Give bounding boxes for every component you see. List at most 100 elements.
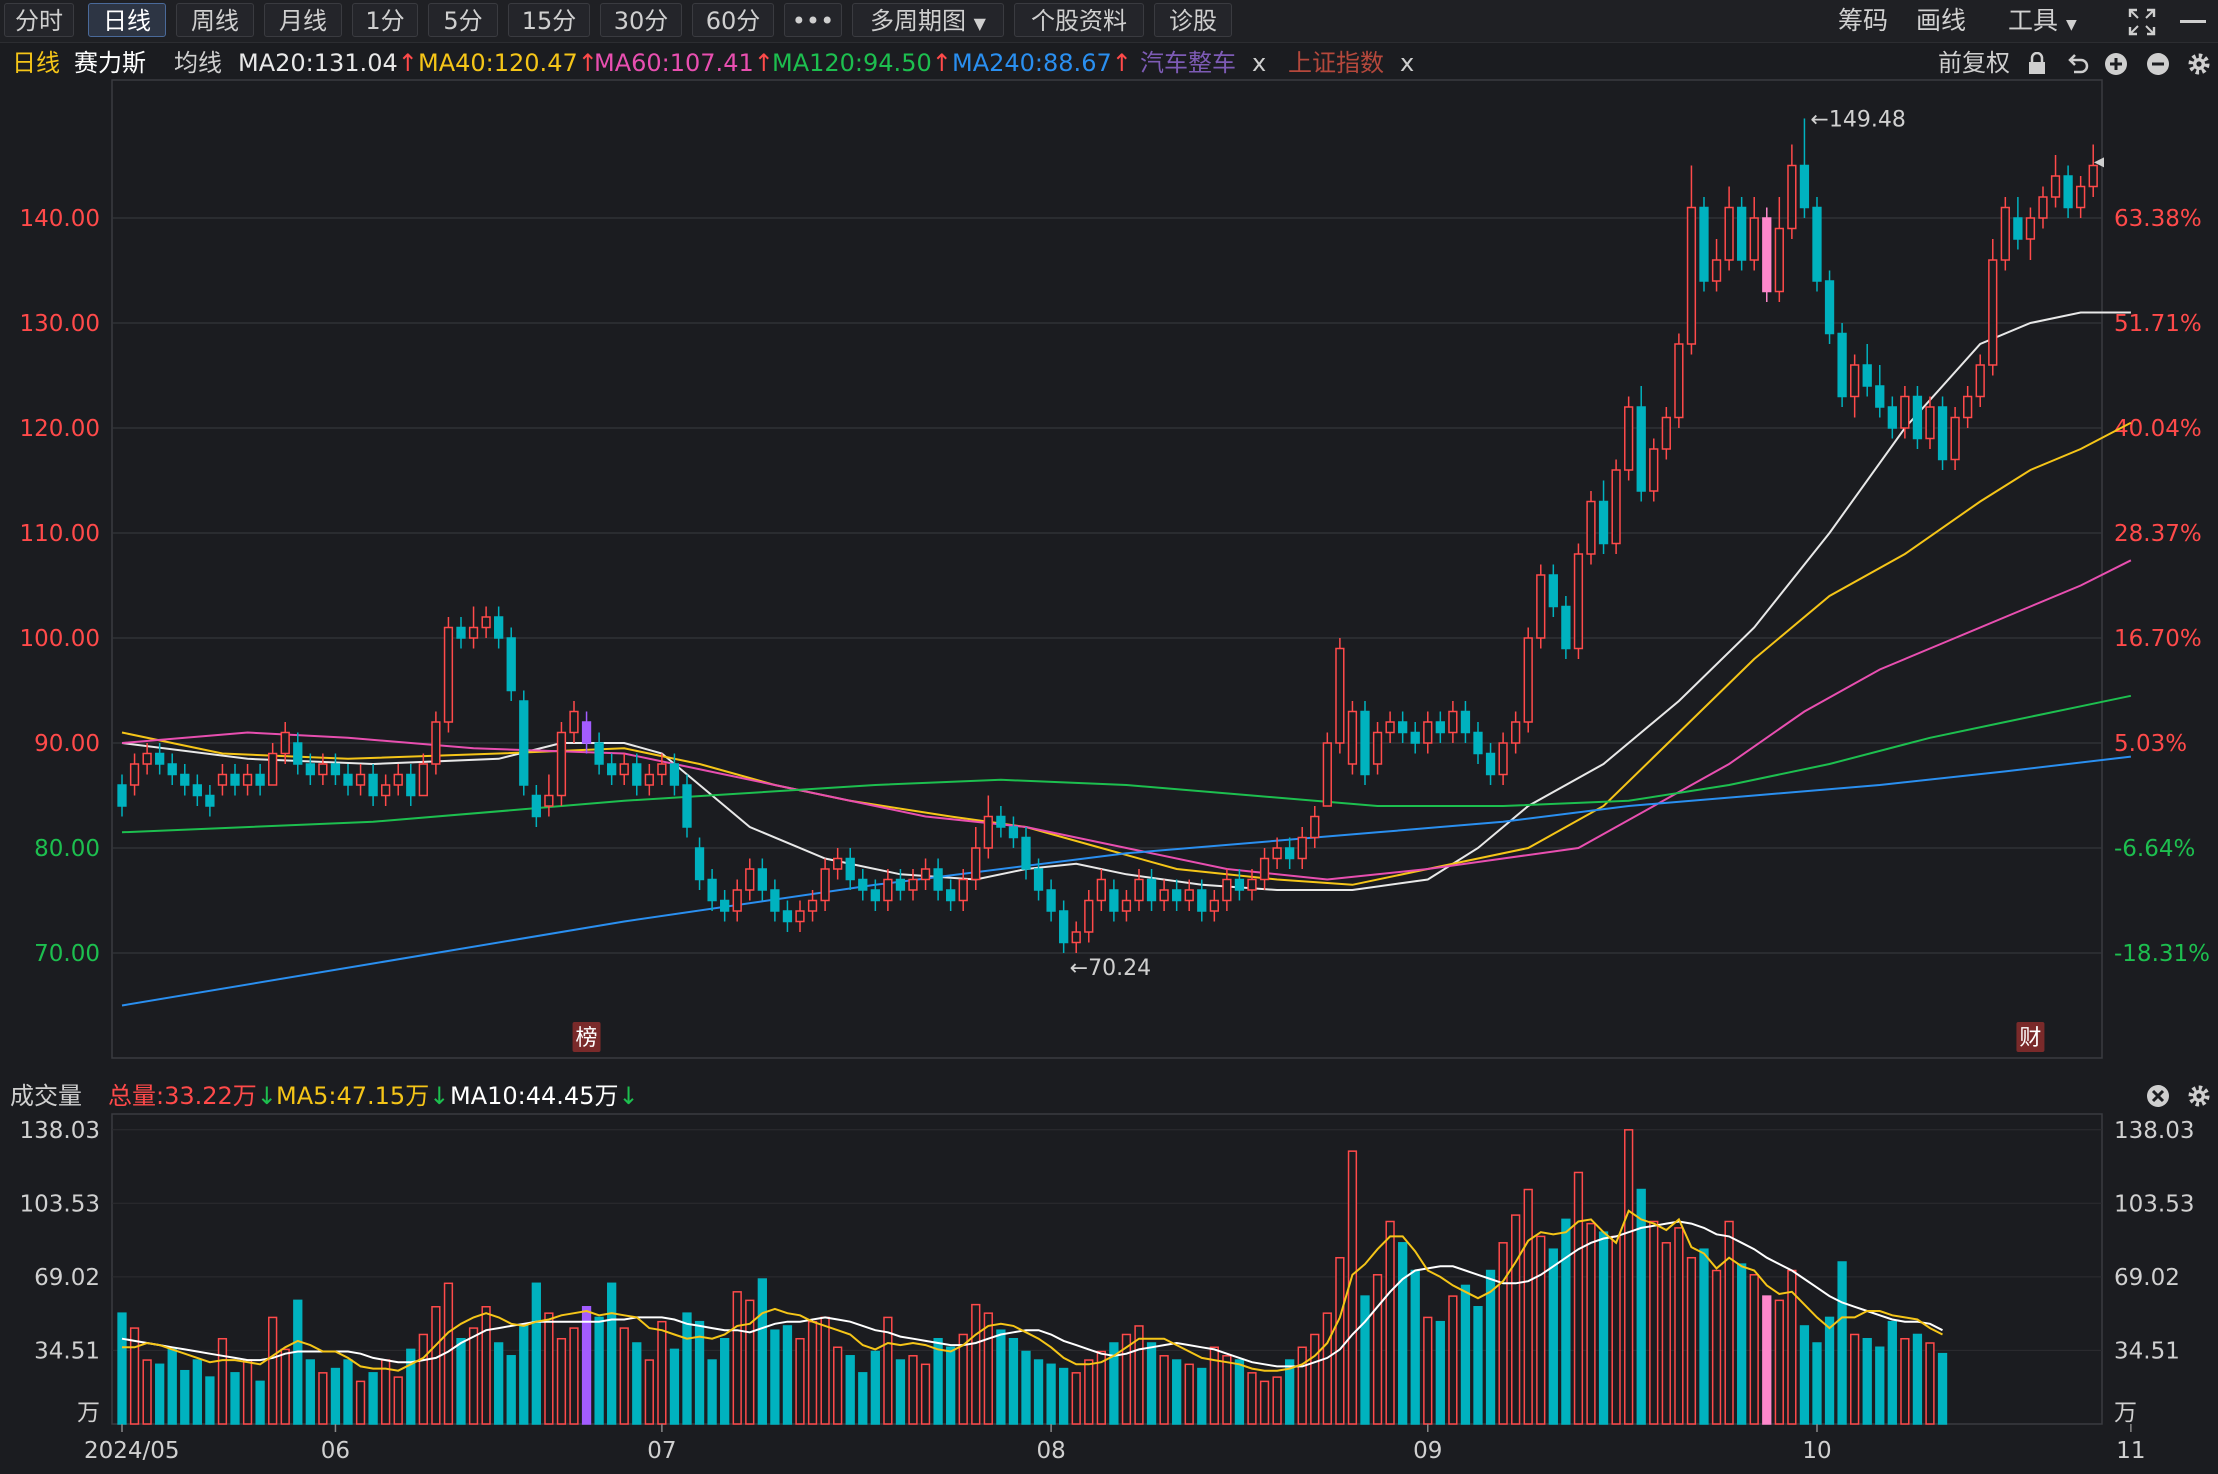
volume-bar [255, 1380, 265, 1425]
volume-unit-label-right: 万 [2114, 1400, 2137, 1426]
candle [556, 722, 567, 806]
volume-bar [1523, 1188, 1533, 1425]
candle-body [607, 763, 617, 776]
candle-body [1460, 710, 1471, 734]
candle-body [1335, 647, 1345, 744]
volume-bar [305, 1359, 315, 1425]
candle-body [757, 868, 767, 891]
candle [833, 848, 843, 880]
candle-body [1121, 899, 1132, 912]
candle-body [293, 742, 303, 765]
volume-bar [908, 1355, 918, 1425]
volume-bar [707, 1359, 717, 1425]
candle [1071, 921, 1081, 953]
volume-bar [519, 1325, 529, 1425]
candle-body [544, 794, 554, 807]
candle-body [581, 721, 592, 744]
candle-body [1096, 878, 1106, 902]
candle-body [2038, 196, 2048, 219]
candle [2063, 165, 2073, 218]
candle [1247, 869, 1257, 901]
candle [1008, 816, 1019, 848]
volume-bar [581, 1306, 592, 1425]
candle [1209, 890, 1219, 922]
candle [280, 722, 290, 764]
candle [117, 774, 127, 817]
candle-body [355, 773, 366, 786]
candle [1674, 333, 1684, 428]
volume-bar [1799, 1325, 1810, 1425]
ma60-line [121, 559, 2132, 881]
volume-bar [657, 1320, 667, 1425]
candle-body [958, 878, 968, 902]
candle [1310, 806, 1320, 848]
volume-bar [431, 1306, 441, 1425]
candle [1046, 879, 1056, 922]
candle [732, 879, 742, 922]
candle [431, 711, 441, 775]
candle [393, 764, 403, 796]
candle [1172, 879, 1182, 911]
volume-tick-label-right: 103.53 [2114, 1191, 2194, 1217]
volume-bar [1234, 1359, 1245, 1425]
candle [242, 764, 253, 796]
candle-body [1875, 385, 1885, 408]
candle-body [1234, 878, 1245, 891]
volume-bar [506, 1355, 516, 1425]
candle-body [782, 910, 793, 923]
candle-body [2063, 175, 2073, 209]
candle [858, 869, 868, 901]
candle-body [983, 815, 993, 849]
candle [1975, 354, 1985, 407]
volume-bar [1423, 1316, 1433, 1425]
candle [1347, 701, 1358, 775]
volume-bar [1184, 1363, 1194, 1425]
volume-bar [920, 1363, 931, 1425]
candle [1749, 197, 1759, 271]
volume-bar [1372, 1274, 1383, 1425]
candle-body [1762, 217, 1772, 293]
candle [707, 869, 717, 911]
candle [1624, 396, 1634, 481]
candle [607, 753, 617, 785]
volume-bar [1435, 1320, 1445, 1425]
candle [581, 711, 592, 754]
price-tick-label: 110.00 [20, 521, 100, 547]
volume-bar [996, 1329, 1006, 1425]
candle-body [406, 773, 416, 797]
volume-bar [1146, 1342, 1157, 1425]
volume-unit-label: 万 [77, 1400, 100, 1426]
volume-bar [1360, 1295, 1370, 1425]
candle [1410, 722, 1420, 754]
volume-bar [1774, 1299, 1784, 1425]
price-tick-label: 120.00 [20, 416, 100, 442]
candle [1887, 396, 1897, 439]
candle [1837, 323, 1847, 407]
volume-bar [1611, 1235, 1621, 1425]
candle [293, 732, 303, 775]
kline-chart[interactable]: 140.00 130.00 120.00 110.00 100.00 90.00 80.00… [0, 0, 2218, 1474]
candle [820, 858, 830, 911]
candle [682, 774, 692, 838]
candle [167, 753, 177, 785]
volume-bar [1737, 1263, 1747, 1425]
candle-body [2013, 217, 2023, 240]
volume-bar [167, 1348, 177, 1425]
candle-body [1511, 721, 1521, 744]
candle [1473, 722, 1483, 764]
candle-body [1033, 868, 1044, 891]
candle-body [280, 731, 290, 755]
candle [996, 806, 1006, 838]
candle-body [330, 763, 341, 776]
candle-body [1071, 931, 1081, 944]
volume-bar [544, 1312, 554, 1425]
volume-bar [1598, 1231, 1609, 1425]
candle [1096, 869, 1106, 911]
candle [531, 785, 541, 827]
volume-bar [1661, 1242, 1671, 1425]
candle [129, 753, 140, 796]
candle-body [619, 763, 629, 776]
volume-bar [129, 1327, 140, 1425]
volume-bar [1335, 1256, 1345, 1425]
candle-body [1322, 742, 1332, 807]
